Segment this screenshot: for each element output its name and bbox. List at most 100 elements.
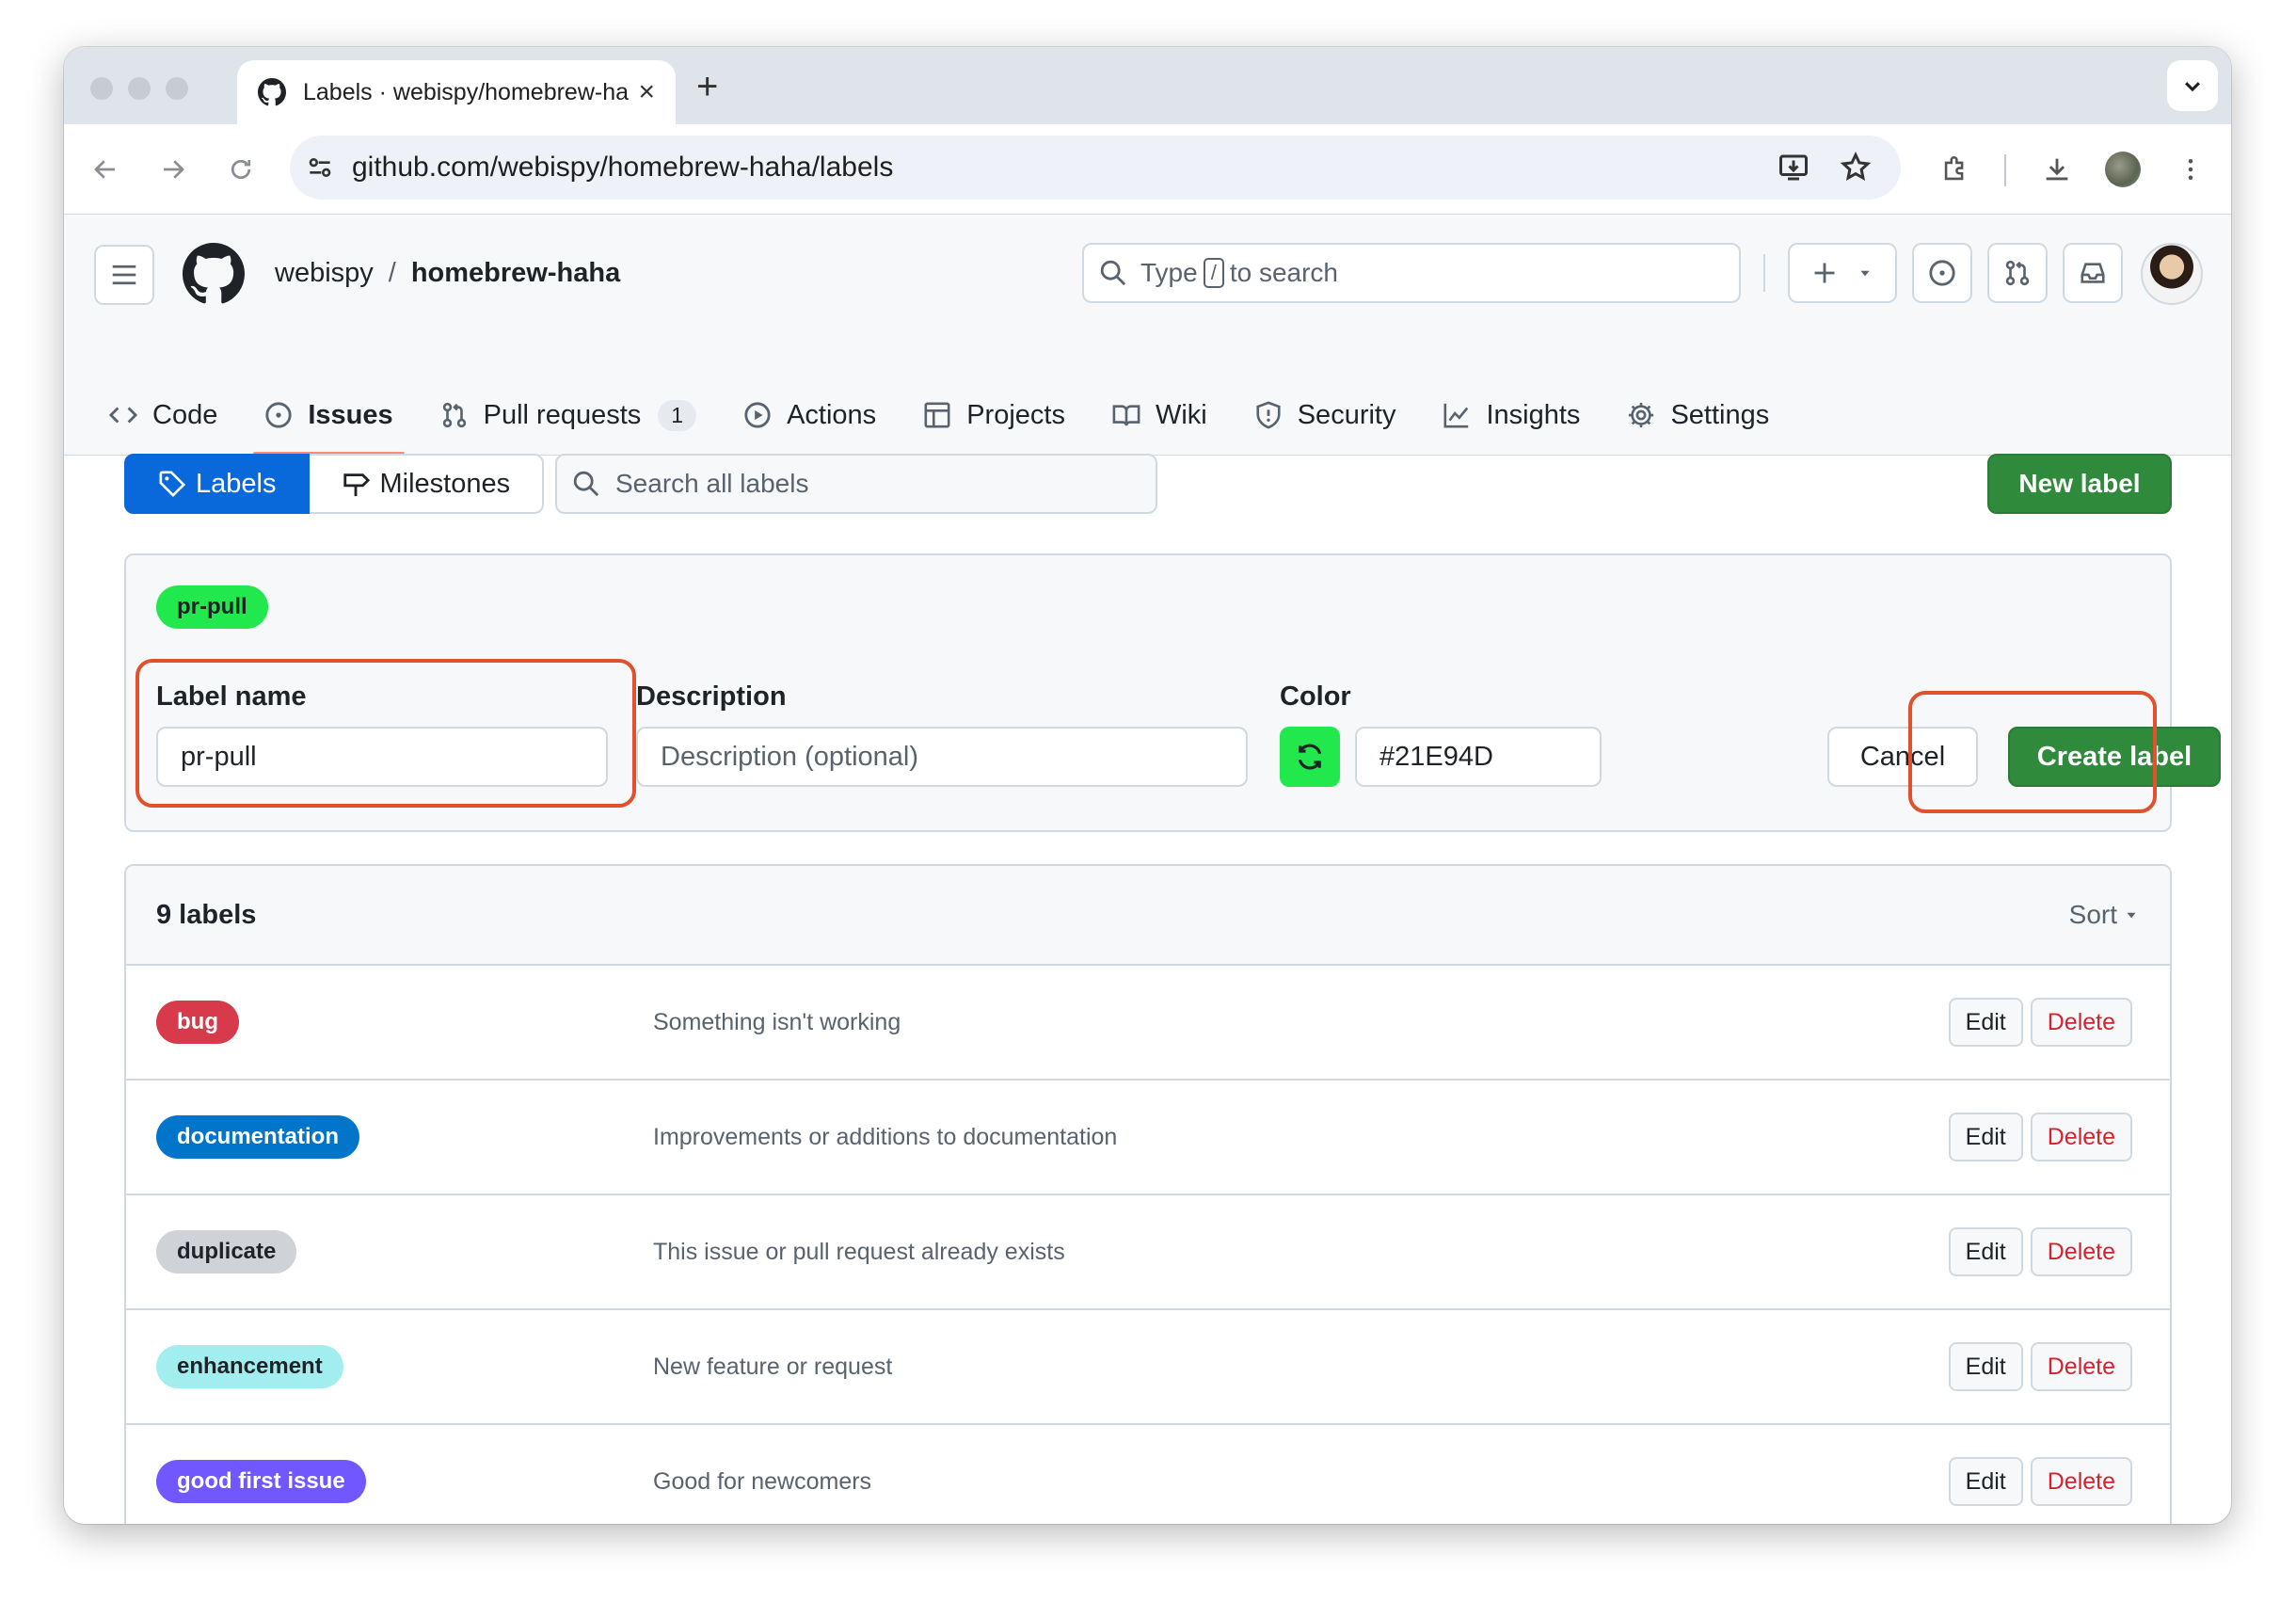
randomize-color-button[interactable] (1280, 727, 1340, 787)
inbox-button[interactable] (2063, 243, 2123, 303)
reload-icon (231, 159, 251, 180)
color-hex-input[interactable]: #21E94D (1355, 727, 1602, 787)
delete-button[interactable]: Delete (2030, 1457, 2132, 1506)
labels-tab-label: Labels (196, 468, 277, 499)
code-icon (109, 407, 137, 424)
edit-button[interactable]: Edit (1948, 1227, 2023, 1276)
tab-label: Pull requests (483, 399, 642, 430)
bookmark-star-icon[interactable] (1839, 151, 1873, 184)
sort-dropdown[interactable]: Sort (2069, 900, 2140, 930)
issue-icon (265, 402, 292, 428)
issue-opened-icon (1929, 260, 1955, 286)
label-actions: Edit Delete (1948, 1113, 2132, 1161)
owner-link[interactable]: webispy (275, 258, 374, 289)
reload-button[interactable] (222, 151, 260, 188)
label-row: duplicate This issue or pull request alre… (126, 1195, 2170, 1310)
github-logo-icon[interactable] (183, 243, 245, 305)
address-bar[interactable]: github.com/webispy/homebrew-haha/labels (290, 136, 1901, 200)
edit-button[interactable]: Edit (1948, 1457, 2023, 1506)
pull-requests-shortcut-button[interactable] (1987, 243, 2048, 303)
milestones-tab-label: Milestones (379, 468, 511, 499)
downloads-button[interactable] (2038, 151, 2076, 188)
new-tab-button[interactable]: + (696, 66, 718, 108)
edit-button[interactable]: Edit (1948, 998, 2023, 1047)
pull-request-icon (442, 402, 466, 428)
edit-button[interactable]: Edit (1948, 1113, 2023, 1161)
zoom-window-button[interactable] (166, 77, 188, 100)
label-description: Improvements or additions to documentati… (653, 1123, 1118, 1150)
label-actions: Edit Delete (1948, 1457, 2132, 1506)
play-icon (744, 402, 771, 428)
install-app-icon[interactable] (1777, 151, 1810, 184)
search-labels-field[interactable] (555, 454, 1157, 514)
tab-code[interactable]: Code (109, 375, 217, 456)
delete-button[interactable]: Delete (2030, 998, 2132, 1047)
browser-menu-button[interactable] (2172, 151, 2209, 188)
search-suffix: to search (1229, 258, 1338, 287)
repo-nav: Code Issues Pull requests 1 Actions Proj… (64, 375, 1816, 456)
tab-security[interactable]: Security (1254, 375, 1395, 456)
edit-button[interactable]: Edit (1948, 1342, 2023, 1391)
profile-avatar[interactable] (2104, 151, 2142, 188)
tab-wiki[interactable]: Wiki (1112, 375, 1207, 456)
label-pill[interactable]: duplicate (156, 1230, 297, 1274)
tab-close-icon[interactable]: × (638, 76, 655, 108)
label-row: good first issue Good for newcomers Edit De… (126, 1425, 2170, 1524)
sort-label: Sort (2068, 900, 2117, 929)
tab-actions[interactable]: Actions (743, 375, 876, 456)
new-label-button[interactable]: New label (1987, 454, 2172, 514)
minimize-window-button[interactable] (128, 77, 151, 100)
label-actions: Edit Delete (1948, 998, 2132, 1047)
search-labels-input[interactable] (615, 469, 1142, 499)
tab-projects[interactable]: Projects (923, 375, 1065, 456)
global-search-input[interactable]: Type / to search (1082, 243, 1741, 303)
tab-search-button[interactable] (2167, 60, 2218, 111)
tab-pull-requests[interactable]: Pull requests 1 (440, 375, 697, 456)
book-icon (1112, 405, 1140, 426)
create-new-button[interactable] (1788, 243, 1897, 303)
tab-strip: Labels · webispy/homebrew-haha × + (64, 47, 2231, 124)
issues-shortcut-button[interactable] (1912, 243, 1972, 303)
download-icon (2046, 158, 2068, 181)
tab-label: Settings (1670, 399, 1770, 430)
delete-button[interactable]: Delete (2030, 1342, 2132, 1391)
browser-tab[interactable]: Labels · webispy/homebrew-haha × (237, 60, 676, 124)
label-row: enhancement New feature or request Edit Del… (126, 1310, 2170, 1425)
tab-label: Issues (308, 399, 393, 430)
milestone-icon (343, 473, 371, 497)
tab-label: Projects (966, 399, 1065, 430)
tab-label: Actions (787, 399, 877, 430)
triangle-down-icon (2127, 912, 2136, 919)
label-pill[interactable]: good first issue (156, 1460, 366, 1503)
forward-button[interactable] (154, 151, 192, 188)
description-heading: Description (636, 681, 787, 712)
search-icon (1100, 260, 1126, 286)
close-window-button[interactable] (90, 77, 113, 100)
label-preview: pr-pull (156, 585, 268, 629)
arrow-right-icon (164, 160, 184, 179)
label-row: documentation Improvements or additions t… (126, 1081, 2170, 1195)
global-menu-button[interactable] (94, 245, 154, 305)
tab-insights[interactable]: Insights (1443, 375, 1580, 456)
tab-issues[interactable]: Issues (253, 375, 405, 456)
label-rows: bug Something isn't working Edit Delete docu… (126, 966, 2170, 1524)
site-settings-icon[interactable] (305, 152, 335, 183)
repo-link[interactable]: homebrew-haha (411, 258, 620, 289)
delete-button[interactable]: Delete (2030, 1227, 2132, 1276)
extensions-button[interactable] (1937, 151, 1974, 188)
label-actions: Edit Delete (1948, 1227, 2132, 1276)
user-avatar[interactable] (2141, 243, 2203, 305)
back-button[interactable] (87, 151, 124, 188)
label-row: bug Something isn't working Edit Delete (126, 966, 2170, 1081)
labels-tab[interactable]: Labels (124, 454, 311, 514)
color-heading: Color (1280, 681, 1351, 712)
label-pill[interactable]: bug (156, 1001, 239, 1044)
description-input[interactable]: Description (optional) (636, 727, 1248, 787)
label-pill[interactable]: documentation (156, 1115, 359, 1159)
label-pill[interactable]: enhancement (156, 1345, 343, 1388)
delete-button[interactable]: Delete (2030, 1113, 2132, 1161)
tab-settings[interactable]: Settings (1627, 375, 1769, 456)
milestones-tab[interactable]: Milestones (310, 454, 545, 514)
label-description: This issue or pull request already exist… (653, 1238, 1065, 1265)
search-shortcut-key: / (1203, 258, 1224, 288)
